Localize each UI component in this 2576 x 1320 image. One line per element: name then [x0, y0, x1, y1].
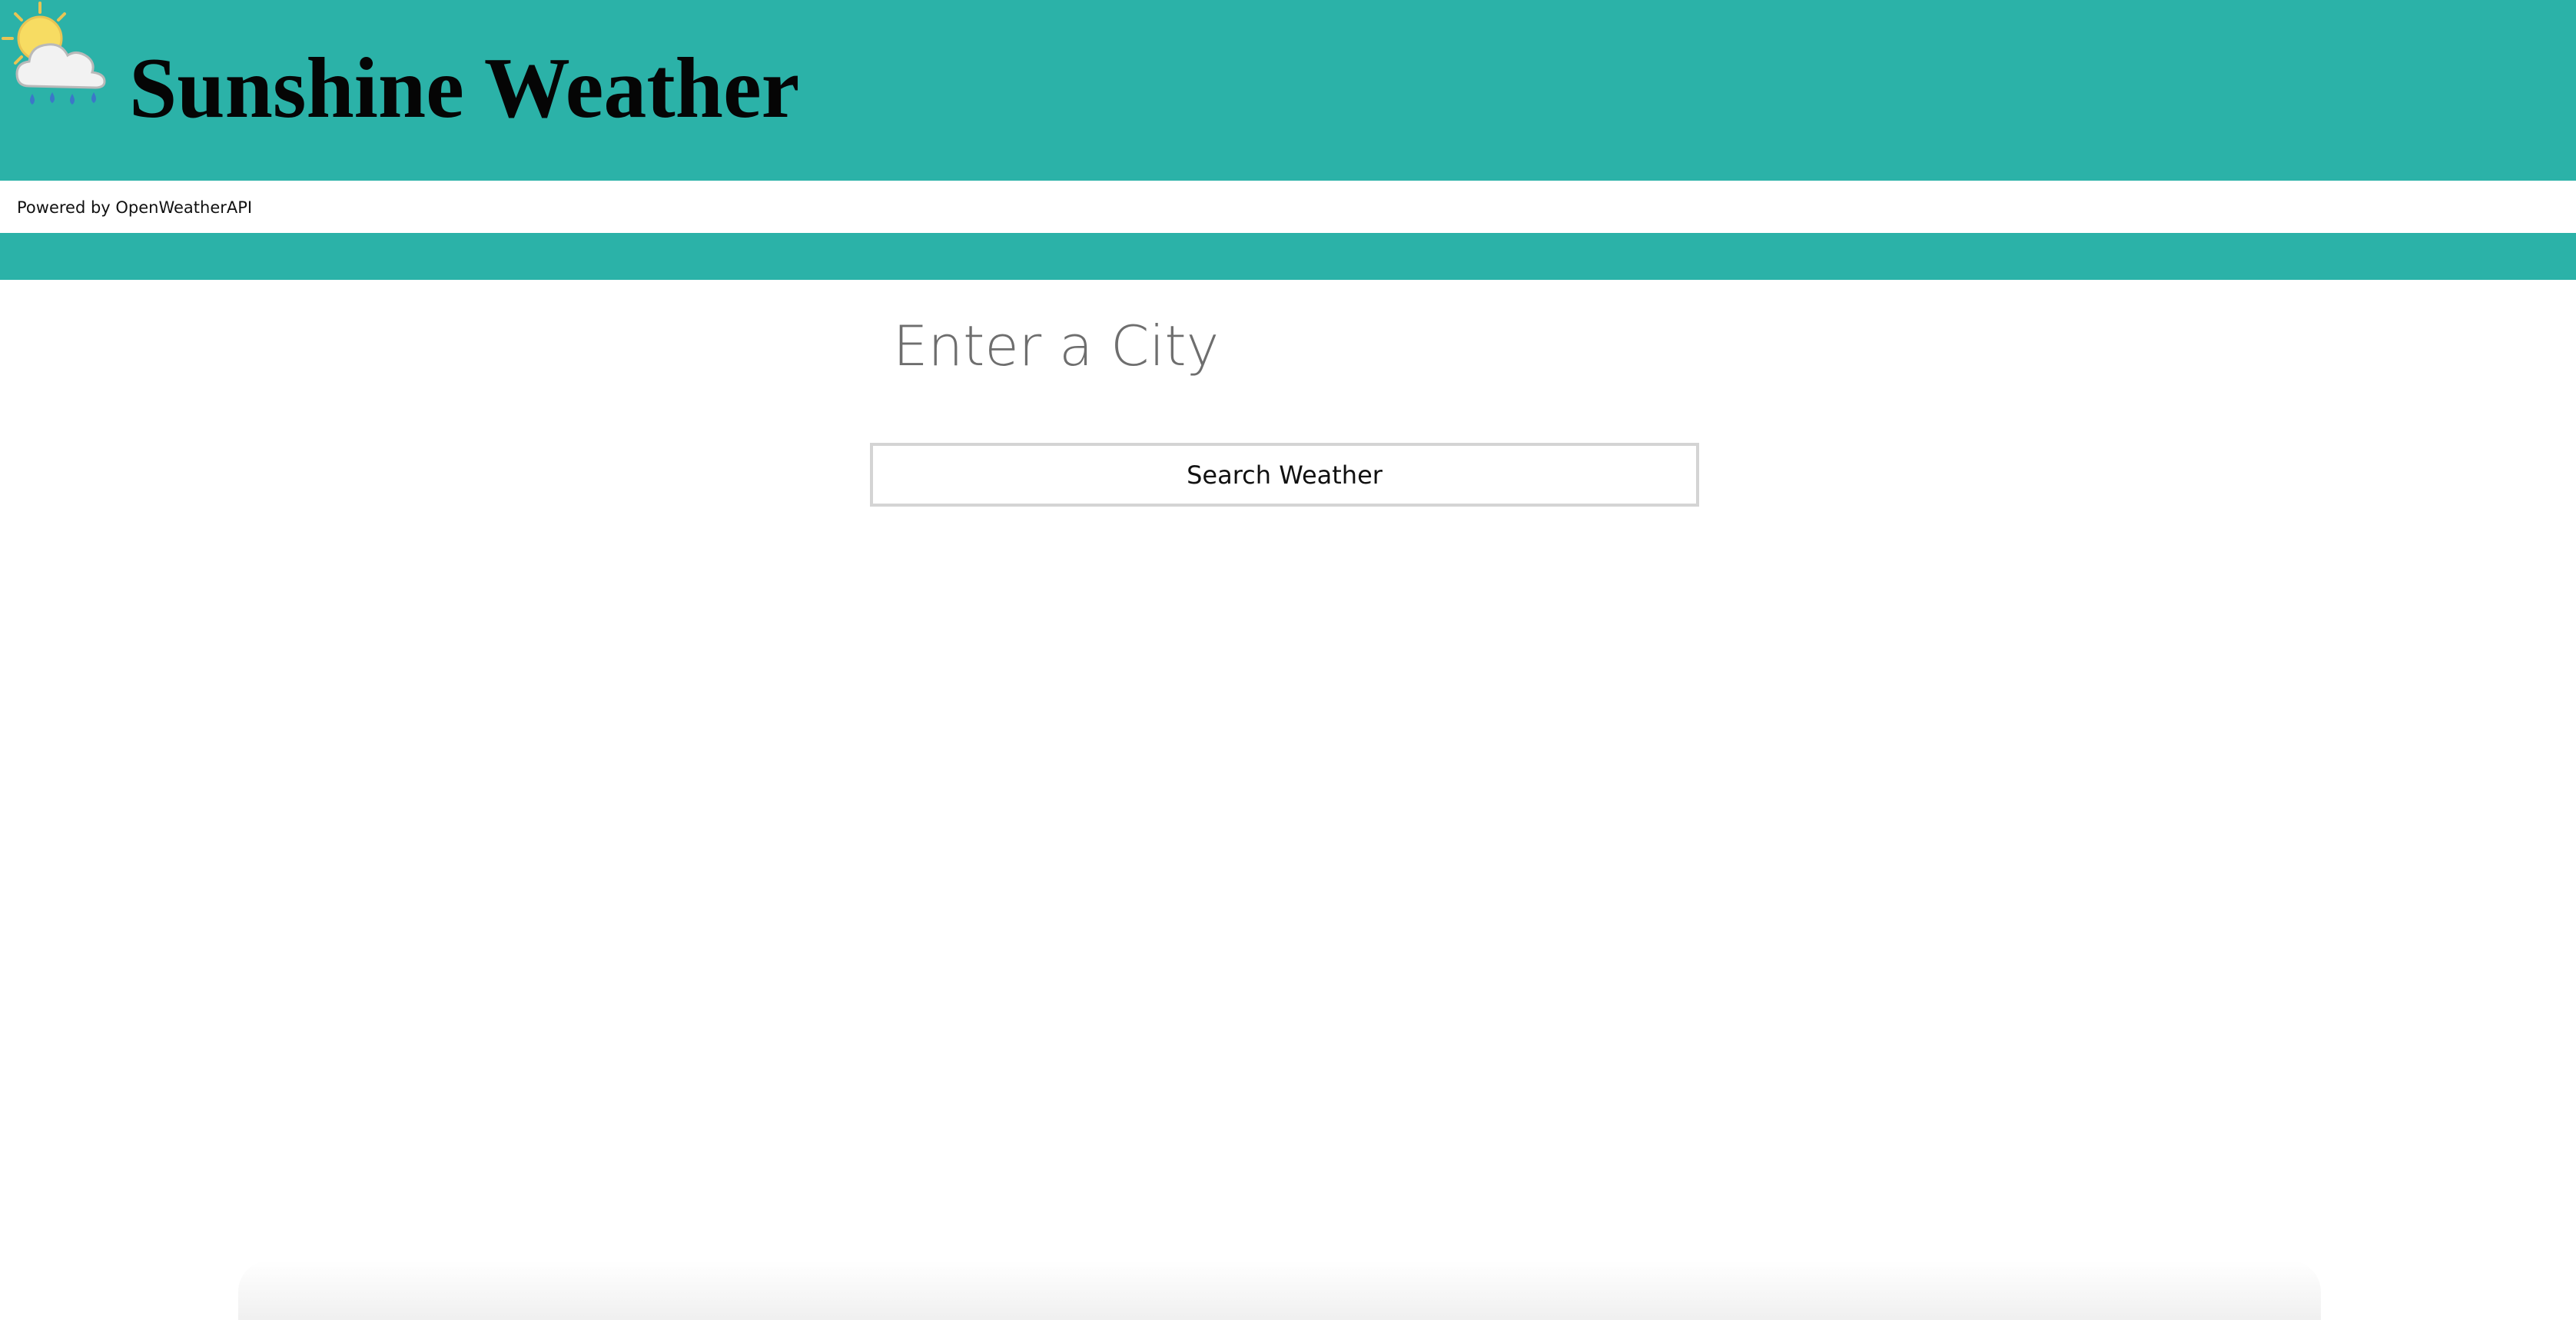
header-sub-band [0, 233, 2576, 280]
powered-by-bar: Powered by OpenWeatherAPI [0, 181, 2576, 233]
app-title: Sunshine Weather [129, 41, 800, 136]
city-search-input[interactable] [884, 304, 1422, 388]
sun-cloud-rain-icon [2, 2, 106, 105]
powered-by-text: Powered by OpenWeatherAPI [17, 198, 253, 217]
search-weather-button[interactable]: Search Weather [870, 443, 1699, 507]
bottom-shadow [238, 1261, 2321, 1320]
app-header: Sunshine Weather [0, 0, 2576, 181]
